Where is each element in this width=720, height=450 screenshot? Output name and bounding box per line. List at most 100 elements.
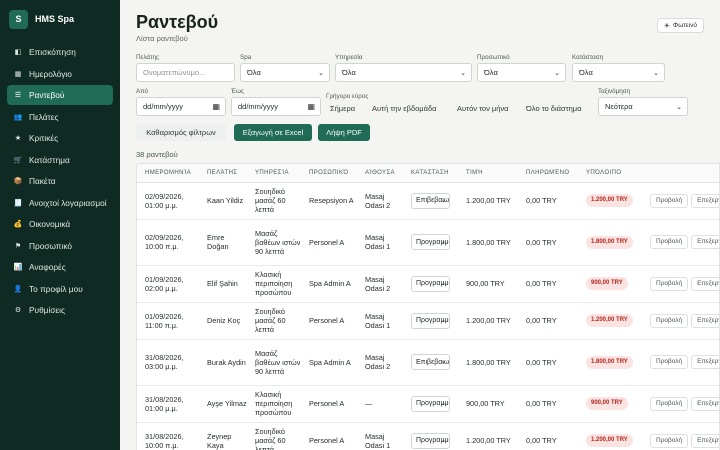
view-button[interactable]: Προβολή <box>650 313 689 328</box>
brand[interactable]: S HMS Spa <box>0 0 120 38</box>
edit-button[interactable]: Επεξεργασία <box>691 433 719 448</box>
view-button[interactable]: Προβολή <box>650 235 689 249</box>
col-room-header[interactable]: Αίθουσα <box>357 164 403 183</box>
sidebar-item-label: Ανοιχτοί λογαριασμοί <box>29 197 107 208</box>
cart-icon: 🛒 <box>13 156 23 164</box>
staff-select[interactable]: Όλα ⌄ <box>477 63 566 82</box>
col-service-header[interactable]: Υπηρεσία <box>247 164 301 183</box>
status-select[interactable]: Προγραμματισμένο⌄ <box>411 312 450 329</box>
from-date-input[interactable]: dd/mm/yyyy ▦ <box>136 97 226 116</box>
status-select[interactable]: Προγραμματισμένο⌄ <box>411 234 450 250</box>
col-staff-header[interactable]: Προσωπικό <box>301 164 357 183</box>
col-paid-header[interactable]: Πληρωμένο <box>518 164 578 183</box>
table-row[interactable]: 02/09/2026, 01:00 μ.μ. Kaan Yildiz Σουηδ… <box>137 182 719 220</box>
quick-range-all[interactable]: Όλο το διάστημα <box>526 104 581 113</box>
status-select[interactable]: Επιβεβαιωμένο⌄ <box>411 354 450 370</box>
col-status-header[interactable]: Κατάσταση <box>403 164 458 183</box>
edit-button[interactable]: Επεξεργασία <box>691 235 719 249</box>
cell-customer: Burak Aydin <box>199 339 247 386</box>
balance-badge: 1.800,00 TRY <box>586 355 633 369</box>
edit-button[interactable]: Επεξεργασία <box>691 355 719 369</box>
table-row[interactable]: 01/09/2026, 02:00 μ.μ. Elif Şahin Κλασικ… <box>137 265 719 303</box>
table-row[interactable]: 31/08/2026, 10:00 π.μ. Zeynep Kaya Σουηδ… <box>137 422 719 450</box>
view-button[interactable]: Προβολή <box>650 433 689 448</box>
view-button[interactable]: Προβολή <box>650 276 689 291</box>
edit-button[interactable]: Επεξεργασία <box>691 396 719 411</box>
sidebar-item-staff[interactable]: ⚑ Προσωπικό <box>7 236 113 256</box>
download-pdf-button[interactable]: Λήψη PDF <box>318 124 370 141</box>
sort-select[interactable]: Νεότερα ⌄ <box>598 97 688 116</box>
quick-range-today[interactable]: Σήμερα <box>330 104 355 113</box>
sidebar-item-settings[interactable]: ⚙ Ρυθμίσεις <box>7 300 113 320</box>
quick-range-month[interactable]: Αυτόν τον μήνα <box>457 104 509 113</box>
sidebar-item-open-accounts[interactable]: 🧾 Ανοιχτοί λογαριασμοί <box>7 193 113 213</box>
cell-date: 31/08/2026, 10:00 π.μ. <box>137 422 199 450</box>
sidebar-item-customers[interactable]: 👥 Πελάτες <box>7 107 113 127</box>
cell-status: Επιβεβαιωμένο⌄ <box>403 182 458 220</box>
quick-range-week[interactable]: Αυτή την εβδομάδα <box>372 104 436 113</box>
cell-room: Masaj Odasi 2 <box>357 339 403 386</box>
status-select[interactable]: Προγραμματισμένο⌄ <box>411 275 450 292</box>
col-balance-header[interactable]: Υπόλοιπο <box>578 164 642 183</box>
table-row[interactable]: 31/08/2026, 03:00 μ.μ. Burak Aydin Μασάζ… <box>137 339 719 386</box>
customer-search-input[interactable]: Ονοματεπώνυμο... <box>136 63 235 82</box>
service-filter-label: Υπηρεσία <box>335 54 363 61</box>
col-date-header[interactable]: Ημερομηνία <box>137 164 199 183</box>
sidebar-item-label: Το προφίλ μου <box>29 283 83 294</box>
cell-actions: ΠροβολήΕπεξεργασία <box>642 422 719 450</box>
col-price-header[interactable]: Τιμή <box>458 164 518 183</box>
sidebar-item-packages[interactable]: 📦 Πακέτα <box>7 171 113 191</box>
export-excel-button[interactable]: Εξαγωγή σε Excel <box>234 124 312 141</box>
cell-customer: Ayşe Yilmaz <box>199 385 247 423</box>
service-select[interactable]: Όλα ⌄ <box>335 63 472 82</box>
sidebar-item-finance[interactable]: 💰 Οικονομικά <box>7 214 113 234</box>
view-button[interactable]: Προβολή <box>650 355 689 369</box>
edit-button[interactable]: Επεξεργασία <box>691 276 719 291</box>
cell-balance: 1.200,00 TRY <box>578 422 642 450</box>
clear-filters-button[interactable]: Καθαρισμός φίλτρων <box>136 124 226 141</box>
sidebar-item-reports[interactable]: 📊 Αναφορές <box>7 257 113 277</box>
page-title: Ραντεβού <box>136 12 219 32</box>
edit-button[interactable]: Επεξεργασία <box>691 193 719 208</box>
view-button[interactable]: Προβολή <box>650 396 689 411</box>
brand-logo: S <box>9 9 28 29</box>
cell-status: Προγραμματισμένο⌄ <box>403 385 458 423</box>
cell-actions: ΠροβολήΕπεξεργασία <box>642 302 719 340</box>
spa-select[interactable]: Όλα ⌄ <box>240 63 330 82</box>
cell-staff: Resepsiyon A <box>301 182 357 220</box>
cell-staff: Personel A <box>301 385 357 423</box>
calendar-icon: ▦ <box>14 70 22 78</box>
status-select[interactable]: Επιβεβαιωμένο⌄ <box>411 192 450 209</box>
table-row[interactable]: 01/09/2026, 11:00 π.μ. Deniz Koç Σουηδικ… <box>137 302 719 340</box>
sidebar-item-label: Οικονομικά <box>29 219 71 229</box>
status-select[interactable]: Όλα ⌄ <box>572 63 665 82</box>
cell-date: 02/09/2026, 10:00 π.μ. <box>137 219 199 266</box>
theme-toggle-button[interactable]: ☀ Φωτεινό <box>656 18 704 33</box>
sidebar-item-reviews[interactable]: ★ Κριτικές <box>7 128 113 148</box>
sidebar-item-overview[interactable]: ◧ Επισκόπηση <box>7 42 113 62</box>
edit-button[interactable]: Επεξεργασία <box>691 313 719 328</box>
col-customer-header[interactable]: Πελάτης <box>199 164 247 183</box>
main-content: Ραντεβού Λίστα ραντεβού ☀ Φωτεινό Πελάτη… <box>120 0 720 450</box>
cell-price: 1.200,00 TRY <box>458 182 518 220</box>
cell-paid: 0,00 TRY <box>518 265 578 303</box>
user-icon: 👤 <box>13 285 23 293</box>
sidebar-item-profile[interactable]: 👤 Το προφίλ μου <box>7 279 113 299</box>
sidebar-item-appointments[interactable]: ☰ Ραντεβού <box>7 85 113 105</box>
cell-paid: 0,00 TRY <box>518 385 578 423</box>
status-select[interactable]: Προγραμματισμένο⌄ <box>411 432 450 449</box>
status-select[interactable]: Προγραμματισμένο⌄ <box>411 395 450 412</box>
chevron-down-icon: ⌄ <box>554 70 560 77</box>
view-button[interactable]: Προβολή <box>650 193 689 208</box>
status-filter-label: Κατάσταση <box>572 54 604 61</box>
table-row[interactable]: 02/09/2026, 10:00 π.μ. Emre Doğan Μασάζ … <box>137 219 719 266</box>
cell-staff: Personel A <box>301 219 357 266</box>
chevron-down-icon: ⌄ <box>318 70 324 77</box>
brand-name: HMS Spa <box>35 14 75 24</box>
sidebar-item-store[interactable]: 🛒 Κατάστημα <box>7 150 113 170</box>
to-date-input[interactable]: dd/mm/yyyy ▦ <box>231 97 321 116</box>
cell-status: Προγραμματισμένο⌄ <box>403 265 458 303</box>
overview-icon: ◧ <box>14 49 22 56</box>
table-row[interactable]: 31/08/2026, 01:00 μ.μ. Ayşe Yilmaz Κλασι… <box>137 385 719 423</box>
sidebar-item-calendar[interactable]: ▦ Ημερολόγιο <box>7 64 113 84</box>
